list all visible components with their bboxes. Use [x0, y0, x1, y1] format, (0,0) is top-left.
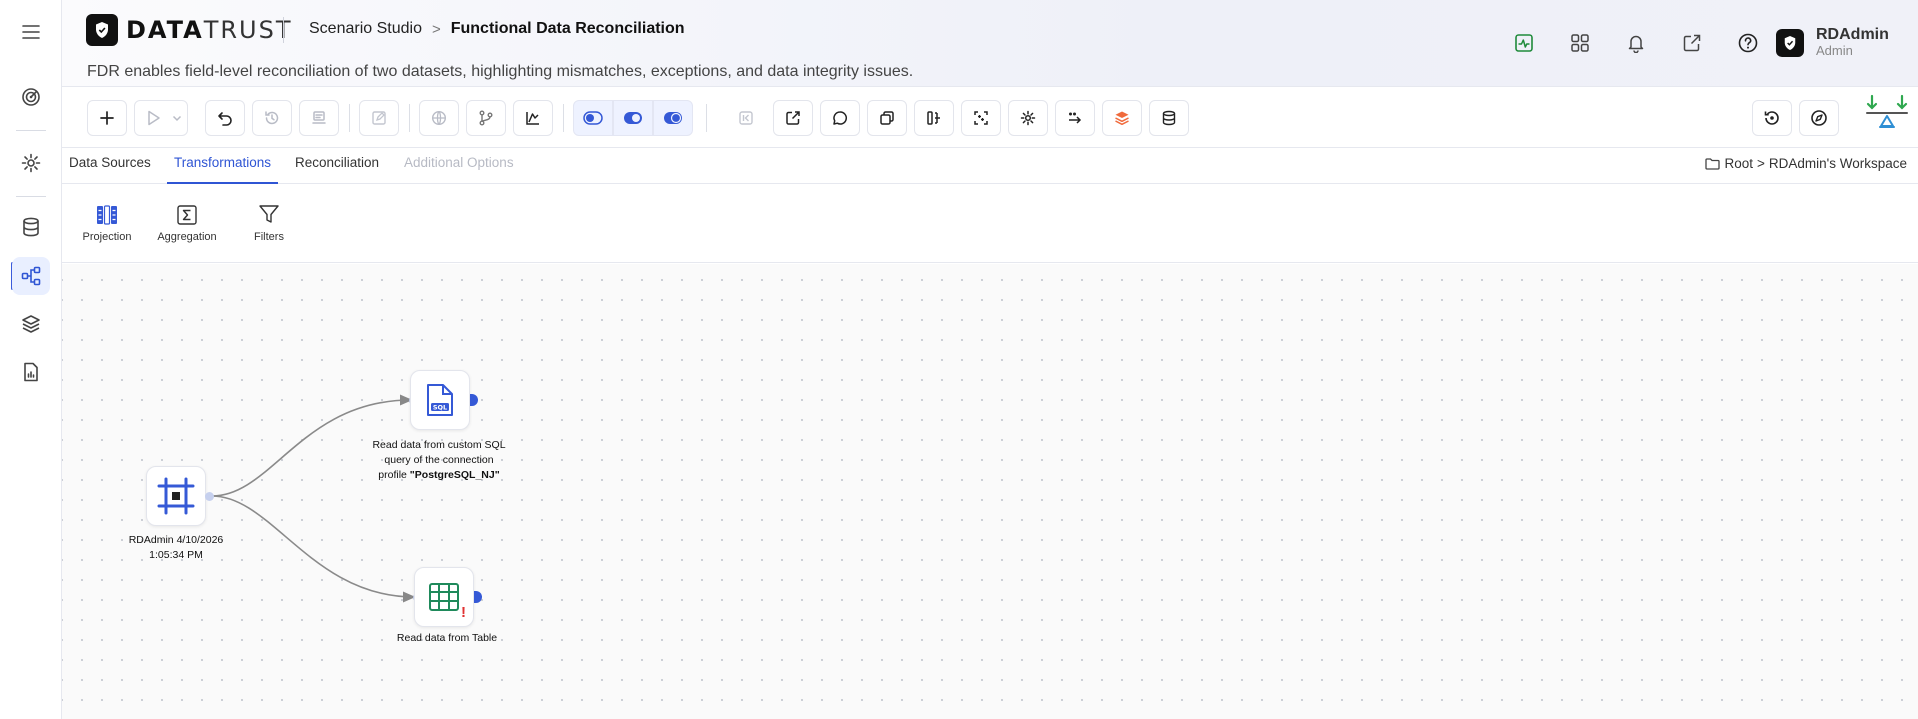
comment-button[interactable]: [820, 100, 860, 136]
grid-icon[interactable]: [1552, 30, 1608, 56]
sql-file-icon: SQL: [427, 384, 453, 416]
user-name: RDAdmin: [1816, 26, 1889, 43]
logo-text: DATATRUST: [126, 16, 293, 44]
skip-button[interactable]: [726, 100, 766, 136]
table-icon: [429, 583, 459, 611]
external-link-icon[interactable]: [1664, 30, 1720, 56]
frame-icon: [157, 477, 195, 515]
layers-icon[interactable]: [12, 305, 50, 343]
left-rail: [0, 0, 62, 719]
table-node-label: Read data from Table: [396, 632, 498, 644]
toolbar-divider: [563, 104, 564, 132]
palette-aggregation[interactable]: Aggregation: [152, 199, 222, 243]
tab-bar: Data Sources Transformations Reconciliat…: [62, 149, 1918, 184]
menu-icon[interactable]: [12, 13, 50, 51]
sql-node[interactable]: SQL: [410, 370, 470, 430]
edge-start-to-table: [211, 495, 416, 603]
palette-aggregation-label: Aggregation: [157, 231, 217, 243]
database-icon[interactable]: [12, 208, 50, 246]
folder-icon: [1705, 157, 1721, 170]
connections: [211, 394, 416, 603]
target-icon[interactable]: [12, 78, 50, 116]
sql-node-label: Read data from custom SQL query of the c…: [372, 439, 506, 481]
workflow-canvas[interactable]: RDAdmin 4/10/2026 1:05:34 PM SQL Read da…: [62, 264, 1918, 719]
tab-data-sources[interactable]: Data Sources: [62, 149, 158, 184]
palette-projection[interactable]: Projection: [72, 199, 142, 243]
avatar: [1776, 29, 1804, 57]
toggle-left-button[interactable]: [573, 100, 613, 136]
workspace-root[interactable]: Root: [1724, 156, 1753, 171]
history-button[interactable]: [252, 100, 292, 136]
settings-icon[interactable]: [12, 144, 50, 182]
capture-button[interactable]: [961, 100, 1001, 136]
help-icon[interactable]: [1720, 30, 1776, 56]
user-role: Admin: [1816, 43, 1853, 58]
export-button[interactable]: [773, 100, 813, 136]
branch-button[interactable]: [466, 100, 506, 136]
palette-projection-label: Projection: [82, 231, 132, 243]
start-node[interactable]: [146, 466, 206, 526]
chart-button[interactable]: [513, 100, 553, 136]
activity-icon[interactable]: [1496, 30, 1552, 56]
sigma-icon: [152, 199, 222, 225]
transformation-palette: Projection Aggregation Filters: [62, 185, 1918, 263]
page-title: Functional Data Reconciliation: [450, 20, 685, 37]
add-button[interactable]: [87, 100, 127, 136]
clear-button[interactable]: [299, 100, 339, 136]
header-divider: [283, 17, 284, 43]
split-button[interactable]: [914, 100, 954, 136]
page-subtitle: FDR enables field-level reconciliation o…: [87, 63, 914, 80]
report-icon[interactable]: [12, 353, 50, 391]
database-button[interactable]: [1149, 100, 1189, 136]
workflow-icon[interactable]: [12, 257, 50, 295]
tab-reconciliation[interactable]: Reconciliation: [288, 149, 386, 184]
globe-button[interactable]: [419, 100, 459, 136]
start-node-port[interactable]: [205, 492, 214, 501]
logo[interactable]: DATATRUST: [86, 14, 293, 46]
user-profile[interactable]: RDAdmin Admin: [1776, 27, 1889, 59]
reconcile-icon[interactable]: [1864, 94, 1910, 134]
rail-divider: [16, 196, 46, 197]
compass-button[interactable]: [1799, 100, 1839, 136]
svg-text:SQL: SQL: [433, 404, 447, 412]
start-node-label: RDAdmin 4/10/2026 1:05:34 PM: [128, 534, 224, 561]
chevron-down-icon[interactable]: [171, 112, 183, 124]
copy-button[interactable]: [867, 100, 907, 136]
table-node[interactable]: !: [414, 567, 474, 627]
workspace-breadcrumb: Root > RDAdmin's Workspace: [1705, 156, 1907, 171]
toolbar-divider: [409, 104, 410, 132]
header: DATATRUST Scenario Studio > Functional D…: [62, 0, 1918, 87]
edit-button[interactable]: [359, 100, 399, 136]
gear-button[interactable]: [1008, 100, 1048, 136]
palette-filters-label: Filters: [254, 231, 284, 243]
projection-icon: [72, 199, 142, 225]
header-actions: [1496, 30, 1776, 56]
rail-divider: [16, 130, 46, 131]
filter-icon: [234, 199, 304, 225]
breadcrumb-separator: >: [431, 20, 441, 38]
tab-additional-options[interactable]: Additional Options: [397, 149, 521, 184]
palette-filters[interactable]: Filters: [234, 199, 304, 243]
run-button[interactable]: [134, 100, 188, 136]
undo-button[interactable]: [205, 100, 245, 136]
toolbar: [62, 88, 1918, 148]
bell-icon[interactable]: [1608, 30, 1664, 56]
workspace-separator: >: [1756, 156, 1765, 171]
workspace-name[interactable]: RDAdmin's Workspace: [1769, 156, 1907, 171]
breadcrumb: Scenario Studio > Functional Data Reconc…: [309, 20, 685, 38]
toggle-right-button[interactable]: [653, 100, 693, 136]
layers-button[interactable]: [1102, 100, 1142, 136]
toolbar-divider: [706, 104, 707, 132]
transfer-button[interactable]: [1055, 100, 1095, 136]
tab-transformations[interactable]: Transformations: [167, 149, 279, 184]
toolbar-divider: [349, 104, 350, 132]
restore-button[interactable]: [1752, 100, 1792, 136]
breadcrumb-parent[interactable]: Scenario Studio: [309, 20, 422, 38]
toggle-both-button[interactable]: [613, 100, 653, 136]
shield-logo-icon: [86, 14, 118, 46]
warning-icon: !: [461, 604, 466, 621]
